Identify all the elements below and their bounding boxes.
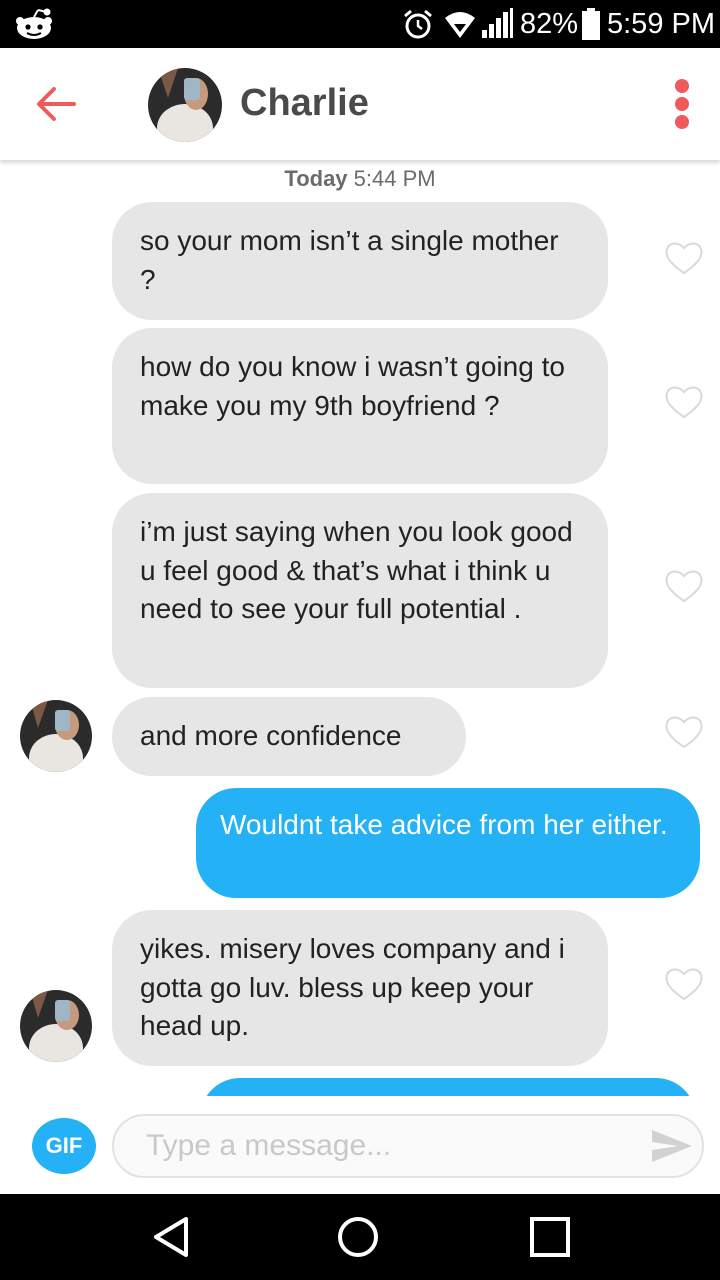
heart-icon[interactable] — [664, 384, 704, 420]
heart-icon[interactable] — [664, 966, 704, 1002]
avatar[interactable] — [20, 700, 92, 772]
battery-icon — [582, 8, 600, 40]
arrow-left-icon[interactable] — [34, 84, 78, 124]
message-text: yikes. misery loves company and i gotta … — [140, 933, 565, 1041]
date-time: 5:44 PM — [353, 166, 436, 191]
message-text: so your mom isn’t a single mother ? — [140, 225, 559, 295]
avatar[interactable] — [20, 990, 92, 1062]
message-text: how do you know i wasn’t going to make y… — [140, 351, 565, 421]
gif-button[interactable]: GIF — [32, 1118, 96, 1174]
contact-name[interactable]: Charlie — [240, 78, 369, 128]
message-text: i’m just saying when you look good u fee… — [140, 516, 573, 624]
message-bubble-received[interactable]: and more confidence — [112, 697, 466, 776]
message-bubble-received[interactable]: how do you know i wasn’t going to make y… — [112, 328, 608, 484]
more-vertical-icon[interactable] — [664, 76, 700, 136]
heart-icon[interactable] — [664, 714, 704, 750]
message-text: Wouldnt take advice from her either. — [220, 809, 668, 840]
message-bubble-received[interactable]: so your mom isn’t a single mother ? — [112, 202, 608, 320]
message-text: and more confidence — [140, 720, 402, 751]
message-input[interactable] — [112, 1114, 704, 1178]
message-bubble-sent[interactable]: Wouldnt take advice from her either. — [196, 788, 700, 898]
back-triangle-icon[interactable] — [152, 1216, 192, 1258]
battery-percent: 82% — [520, 8, 579, 40]
heart-icon[interactable] — [664, 568, 704, 604]
signal-icon — [482, 8, 513, 38]
reddit-alien-icon — [16, 8, 52, 39]
date-separator: Today 5:44 PM — [0, 164, 720, 194]
status-bar: 82% 5:59 PM — [0, 0, 720, 48]
wifi-icon — [445, 12, 475, 38]
chat-header: Charlie — [0, 48, 720, 160]
avatar[interactable] — [148, 68, 222, 142]
date-day: Today — [284, 166, 348, 191]
alarm-icon — [404, 9, 432, 39]
send-icon[interactable] — [650, 1128, 694, 1164]
message-composer: GIF — [0, 1096, 720, 1194]
message-bubble-received[interactable]: yikes. misery loves company and i gotta … — [112, 910, 608, 1066]
status-time: 5:59 PM — [607, 8, 715, 40]
system-nav-bar — [0, 1194, 720, 1280]
message-bubble-received[interactable]: i’m just saying when you look good u fee… — [112, 493, 608, 688]
home-circle-icon[interactable] — [336, 1215, 380, 1259]
heart-icon[interactable] — [664, 240, 704, 276]
recents-square-icon[interactable] — [528, 1215, 572, 1259]
